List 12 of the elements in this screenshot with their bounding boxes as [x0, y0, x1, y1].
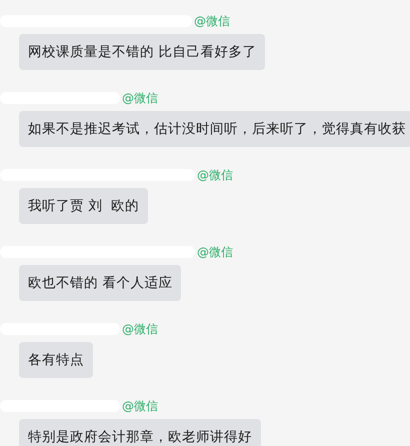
message-bubble: 我听了贾 刘 欧的 — [19, 188, 148, 224]
sender-tag: @微信 — [122, 398, 158, 414]
sender-tag: @微信 — [122, 90, 158, 106]
message-bubble: 如果不是推迟考试，估计没时间听，后来听了，觉得真有收获 — [19, 111, 410, 147]
sender-tag: @微信 — [197, 166, 233, 184]
sender-tag: @微信 — [194, 12, 230, 30]
message-bubble: 特别是政府会计那章，欧老师讲得好 — [19, 419, 261, 446]
sender-tag: @微信 — [122, 320, 158, 338]
sender-tag: @微信 — [197, 244, 233, 260]
message-bubble: 各有特点 — [19, 342, 93, 378]
message-bubble: 欧也不错的 看个人适应 — [19, 265, 182, 301]
message-bubble: 网校课质量是不错的 比自己看好多了 — [19, 34, 266, 70]
